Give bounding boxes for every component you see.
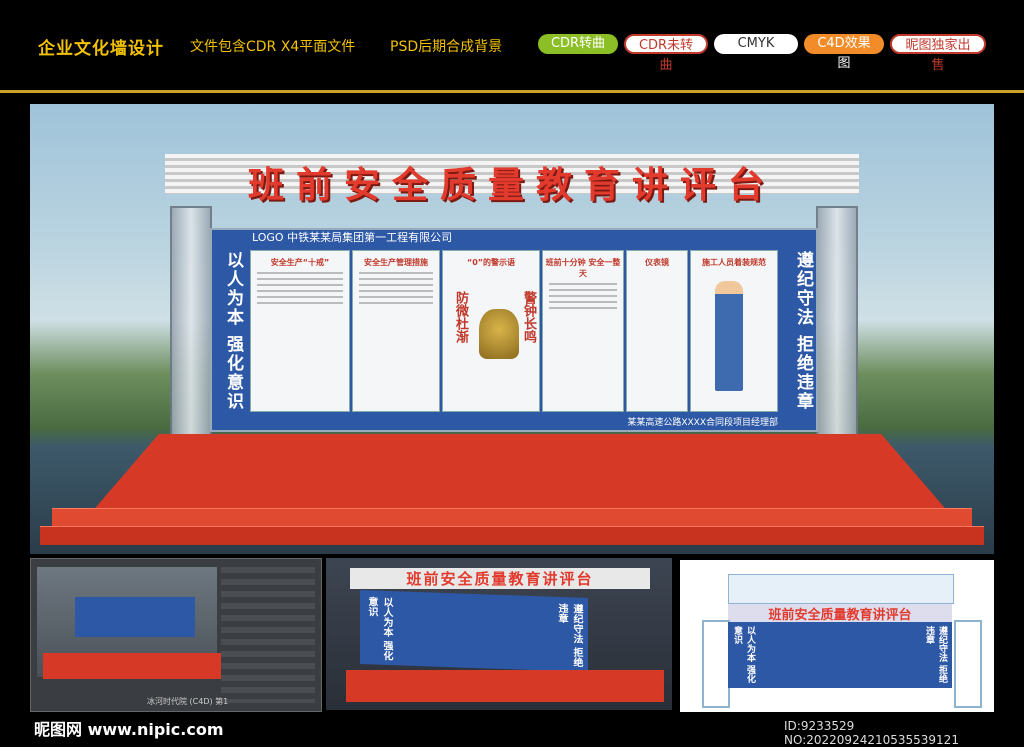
watermark-id: ID:9233529 NO:20220924210535539121 (784, 719, 959, 747)
panel-1: 安全生产“十戒” (250, 250, 350, 412)
panel-title: 仪表镜 (645, 258, 669, 267)
display-board: LOGO 中铁某某局集团第一工程有限公司 以人为本 强化意识 遵纪守法 拒绝违章… (210, 228, 818, 432)
board-footer: 某某高速公路XXXX合同段项目经理部 (627, 418, 778, 428)
thumb2-board: 以人为本 强化意识 遵纪守法 拒绝违章 (360, 590, 588, 672)
board-header: LOGO 中铁某某局集团第一工程有限公司 (252, 231, 453, 244)
stage-step (40, 526, 984, 545)
panel-title: 安全生产“十戒” (270, 258, 330, 267)
panel-title: 班前十分钟 安全一整天 (545, 258, 621, 278)
c4d-caption: 冰河时代院 (C4D) 第1 (147, 697, 229, 706)
tag-cdr-no-curves: CDR未转曲 (624, 34, 708, 73)
tag-cdr-curves: CDR转曲 (538, 34, 618, 54)
worker-figure (715, 281, 743, 391)
thumb2-stage (346, 670, 664, 702)
banner-subtitle2: PSD后期合成背景 (390, 39, 503, 55)
thumb2-title: 班前安全质量教育讲评台 (350, 568, 650, 589)
thumb3-canopy (728, 574, 954, 604)
thumb2-right: 遵纪守法 拒绝违章 (556, 602, 582, 668)
panel-5: 仪表镜 (626, 250, 688, 412)
watermark-logo: 昵图网 www.nipic.com (34, 720, 224, 739)
thumb-c4d-screenshot: 冰河时代院 (C4D) 第1 (30, 558, 322, 712)
panel-3: “0”的警示语 防微杜渐 警钟长鸣 (442, 250, 540, 412)
thumb2-left: 以人为本 强化意识 (366, 596, 392, 661)
tag-cmyk: CMYK (714, 34, 798, 54)
right-slogan: 遵纪守法 拒绝违章 (793, 251, 813, 411)
top-banner: 企业文化墙设计 文件包含CDR X4平面文件 PSD后期合成背景 CDR转曲 C… (0, 0, 1024, 92)
panel-title: 安全生产管理措施 (364, 258, 428, 267)
thumb3-title: 班前安全质量教育讲评台 (728, 604, 952, 623)
panel-title: “0”的警示语 (466, 258, 516, 267)
bell-left-text: 防微杜渐 (453, 291, 468, 343)
thumb3-frame-left (702, 620, 730, 708)
panel-2: 安全生产管理措施 (352, 250, 440, 412)
stage-title: 班前安全质量教育讲评台 (247, 165, 776, 206)
thumb3-board: 以人为本 强化意识 遵纪守法 拒绝违章 (728, 622, 952, 688)
main-render: 班前安全质量教育讲评台 LOGO 中铁某某局集团第一工程有限公司 以人为本 强化… (30, 104, 994, 554)
left-slogan: 以人为本 强化意识 (223, 251, 243, 411)
thumb3-right: 遵纪守法 拒绝违章 (924, 626, 947, 684)
panel-title: 施工人员着装规范 (702, 258, 766, 267)
c4d-viewport (37, 567, 223, 679)
stage-step (52, 508, 972, 527)
thumb3-frame-right (954, 620, 982, 708)
tag-exclusive: 昵图独家出售 (890, 34, 986, 73)
banner-title: 企业文化墙设计 (38, 39, 164, 59)
bell-icon (479, 309, 519, 359)
stage-floor (90, 434, 950, 514)
tag-c4d: C4D效果图 (804, 34, 884, 71)
thumb-render-2: 班前安全质量教育讲评台 以人为本 强化意识 遵纪守法 拒绝违章 (326, 558, 672, 710)
panel-6: 施工人员着装规范 (690, 250, 778, 412)
divider (0, 90, 1024, 93)
panel-4: 班前十分钟 安全一整天 (542, 250, 624, 412)
c4d-object-panel (221, 567, 315, 703)
banner-subtitle: 文件包含CDR X4平面文件 (190, 39, 356, 55)
thumb3-left: 以人为本 强化意识 (732, 626, 755, 684)
thumb-flat-layout: 班前安全质量教育讲评台 以人为本 强化意识 遵纪守法 拒绝违章 (680, 560, 994, 712)
bell-right-text: 警钟长鸣 (521, 291, 536, 343)
